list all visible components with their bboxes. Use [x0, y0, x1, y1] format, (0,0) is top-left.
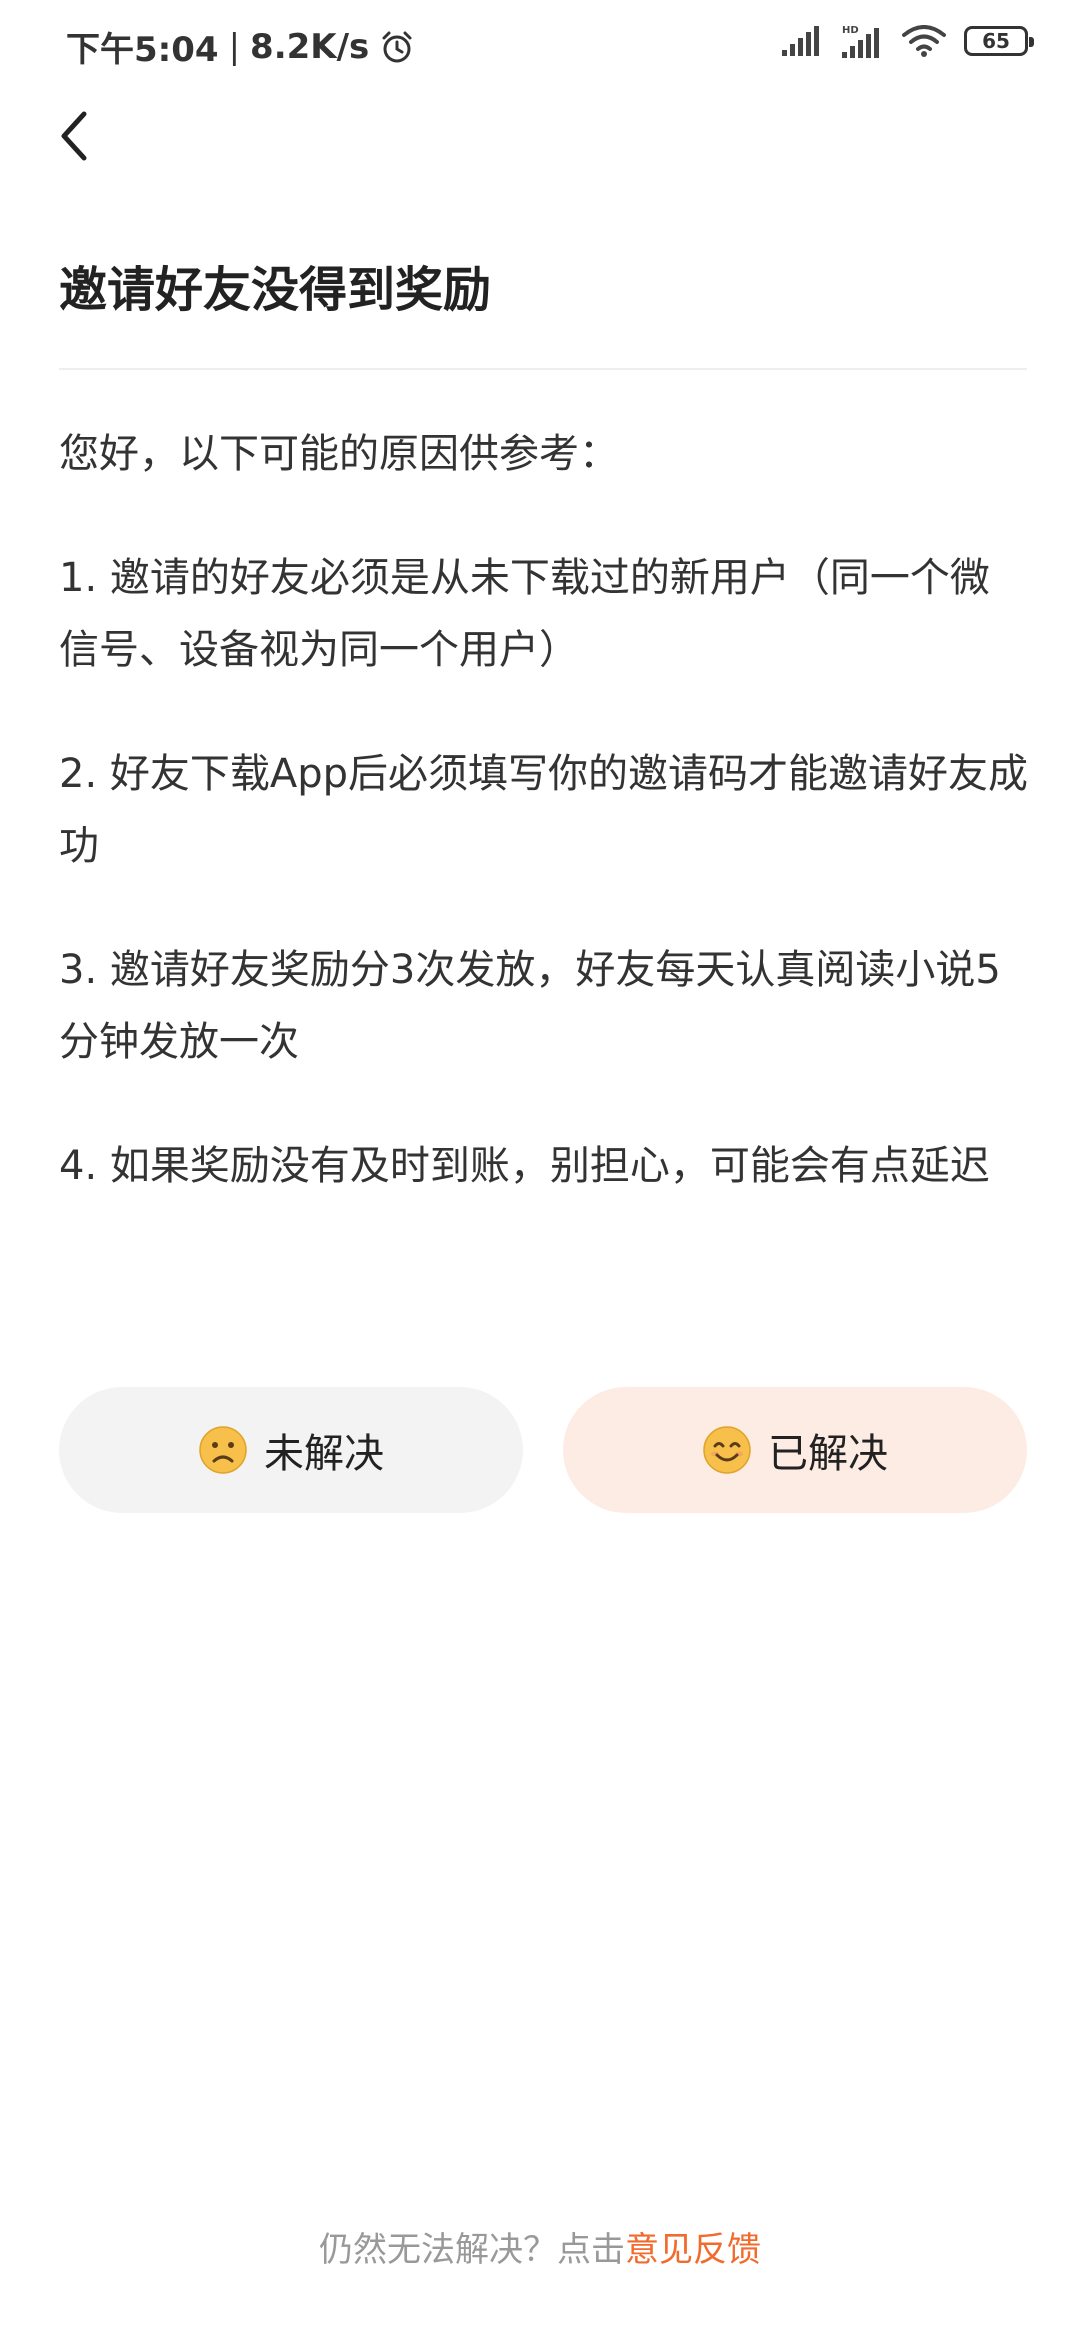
status-separator: | — [228, 26, 241, 67]
chevron-left-icon — [61, 111, 87, 161]
footer-note: 仍然无法解决？点击意见反馈 — [0, 2222, 1080, 2271]
article-point-4: 4. 如果奖励没有及时到账，别担心，可能会有点延迟 — [59, 1143, 990, 1189]
wifi-icon — [902, 25, 946, 57]
signal-icon — [782, 26, 819, 56]
article-point-1: 1. 邀请的好友必须是从未下载过的新用户（同一个微信号、设备视为同一个用户） — [59, 555, 990, 673]
feedback-buttons: 未解决 已解决 — [59, 1387, 1027, 1513]
resolved-label: 已解决 — [768, 1431, 888, 1477]
article-point-3: 3. 邀请好友奖励分3次发放，好友每天认真阅读小说5分钟发放一次 — [59, 947, 1001, 1065]
status-time: 下午5:04 — [66, 30, 219, 70]
status-left: 下午5:04 | 8.2K/s — [66, 22, 415, 71]
battery-icon: 65 — [964, 26, 1034, 56]
article-point-2: 2. 好友下载App后必须填写你的邀请码才能邀请好友成功 — [59, 751, 1029, 869]
svg-text:HD: HD — [842, 25, 859, 36]
status-net-speed: 8.2K/s — [250, 26, 370, 67]
unresolved-label: 未解决 — [264, 1431, 384, 1477]
article-body: 您好，以下可能的原因供参考： 1. 邀请的好友必须是从未下载过的新用户（同一个微… — [59, 418, 1029, 1254]
status-bar: 下午5:04 | 8.2K/s HD 65 — [0, 0, 1080, 90]
unresolved-button[interactable]: 未解决 — [59, 1387, 523, 1513]
feedback-link[interactable]: 意见反馈 — [625, 2230, 761, 2270]
article-intro: 您好，以下可能的原因供参考： — [59, 431, 619, 477]
battery-level: 65 — [982, 29, 1010, 53]
footer-prompt: 仍然无法解决？点击 — [319, 2230, 625, 2270]
back-button[interactable] — [44, 100, 104, 172]
title-divider — [59, 368, 1027, 370]
smile-face-icon — [703, 1426, 751, 1474]
status-right: HD 65 — [782, 24, 1034, 58]
resolved-button[interactable]: 已解决 — [563, 1387, 1027, 1513]
alarm-icon — [382, 31, 412, 62]
hd-signal-icon: HD — [842, 25, 879, 58]
frown-face-icon — [199, 1426, 247, 1474]
page-title: 邀请好友没得到奖励 — [59, 262, 492, 318]
